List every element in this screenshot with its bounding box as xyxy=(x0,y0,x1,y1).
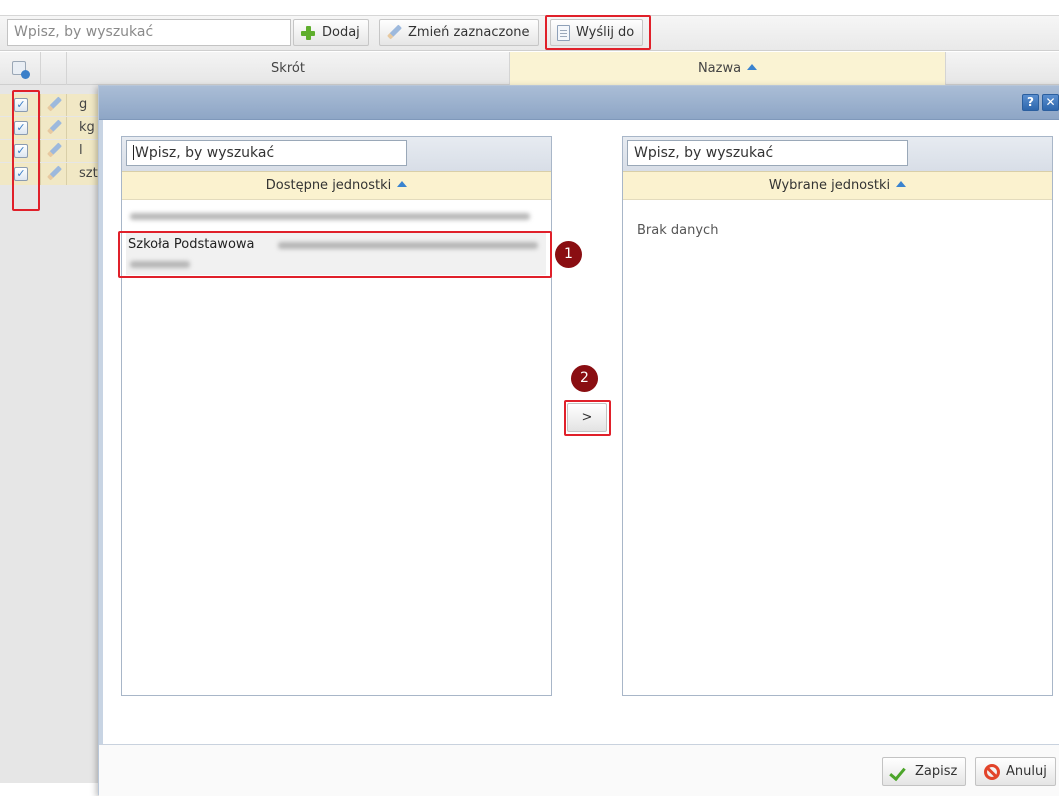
row-checkbox[interactable]: ✓ xyxy=(14,98,28,112)
column-header-nazwa-label: Nazwa xyxy=(697,61,742,76)
grid-search-input[interactable]: Wpisz, by wyszukać xyxy=(7,19,291,46)
selected-units-panel: Wpisz, by wyszukać Wybrane jednostki Bra… xyxy=(622,136,1053,696)
text-cursor xyxy=(133,145,134,160)
sort-ascending-icon xyxy=(747,64,758,70)
edit-row-icon[interactable] xyxy=(46,143,62,159)
grid-header: Skrót Nazwa xyxy=(0,52,1059,85)
edit-row-icon[interactable] xyxy=(46,97,62,113)
cancel-icon xyxy=(984,763,1000,780)
save-button-label: Zapisz xyxy=(915,764,958,779)
step-badge-2: 2 xyxy=(571,365,598,392)
selected-units-column-header[interactable]: Wybrane jednostki xyxy=(623,171,1052,200)
table-row[interactable]: ✓ l xyxy=(0,140,107,162)
column-header-nazwa[interactable]: Nazwa xyxy=(510,52,946,85)
cancel-button[interactable]: Anuluj xyxy=(975,757,1056,786)
dialog-title-bar[interactable]: ? ✕ xyxy=(99,86,1059,120)
available-units-search-placeholder: Wpisz, by wyszukać xyxy=(135,145,275,161)
column-header-extra xyxy=(946,52,1059,85)
sort-ascending-icon xyxy=(397,181,408,187)
row-checkbox[interactable]: ✓ xyxy=(14,121,28,135)
step-badge-1: 1 xyxy=(555,241,582,268)
blurred-unit-name xyxy=(130,213,530,220)
cancel-button-label: Anuluj xyxy=(1006,764,1047,779)
checkmark-icon xyxy=(891,765,909,779)
select-all-header[interactable] xyxy=(0,52,41,85)
available-units-panel: Wpisz, by wyszukać Dostępne jednostki Sz… xyxy=(118,136,552,696)
sort-ascending-icon xyxy=(896,181,907,187)
blurred-unit-name xyxy=(130,261,190,268)
empty-list-message: Brak danych xyxy=(637,223,719,238)
dialog-footer: Zapisz Anuluj xyxy=(99,744,1059,796)
selected-units-search-bar: Wpisz, by wyszukać xyxy=(623,137,1052,171)
send-to-button[interactable]: Wyślij do xyxy=(550,19,644,46)
add-button[interactable]: Dodaj xyxy=(293,19,369,46)
available-units-search-bar: Wpisz, by wyszukać xyxy=(122,137,551,171)
list-item-unit[interactable] xyxy=(126,207,546,227)
plus-icon xyxy=(300,25,316,41)
column-header-skrot[interactable]: Skrót xyxy=(67,52,510,85)
available-units-column-header[interactable]: Dostępne jednostki xyxy=(122,171,551,200)
pencil-icon xyxy=(386,25,402,41)
move-right-button[interactable]: > xyxy=(567,403,607,432)
close-button[interactable]: ✕ xyxy=(1042,94,1059,111)
row-checkbox[interactable]: ✓ xyxy=(14,144,28,158)
help-button[interactable]: ? xyxy=(1022,94,1039,111)
selected-units-column-label: Wybrane jednostki xyxy=(768,178,891,193)
edit-column-header xyxy=(41,52,67,85)
table-row[interactable]: ✓ szt xyxy=(0,163,107,185)
table-row[interactable]: ✓ g xyxy=(0,94,107,116)
available-units-search-input[interactable]: Wpisz, by wyszukać xyxy=(126,140,407,166)
save-button[interactable]: Zapisz xyxy=(882,757,967,786)
edit-row-icon[interactable] xyxy=(46,166,62,182)
blurred-unit-name xyxy=(278,242,538,249)
table-row[interactable]: ✓ kg xyxy=(0,117,107,139)
grid-body: ✓ g ✓ kg ✓ l ✓ szt xyxy=(0,85,107,783)
row-checkbox[interactable]: ✓ xyxy=(14,167,28,181)
edit-row-icon[interactable] xyxy=(46,120,62,136)
send-to-dialog: ? ✕ Wpisz, by wyszukać Dostępne jednostk… xyxy=(98,85,1059,796)
list-item-selected-unit[interactable]: Szkoła Podstawowa xyxy=(126,233,546,275)
dialog-border xyxy=(99,120,103,796)
edit-selected-button[interactable]: Zmień zaznaczone xyxy=(379,19,539,46)
selected-units-search-input[interactable]: Wpisz, by wyszukać xyxy=(627,140,908,166)
add-button-label: Dodaj xyxy=(322,25,360,40)
list-item-label: Szkoła Podstawowa xyxy=(128,237,255,252)
select-all-icon xyxy=(12,61,30,79)
available-units-column-label: Dostępne jednostki xyxy=(265,178,392,193)
edit-selected-button-label: Zmień zaznaczone xyxy=(408,25,530,40)
document-icon xyxy=(557,24,570,41)
send-to-button-label: Wyślij do xyxy=(576,25,635,40)
